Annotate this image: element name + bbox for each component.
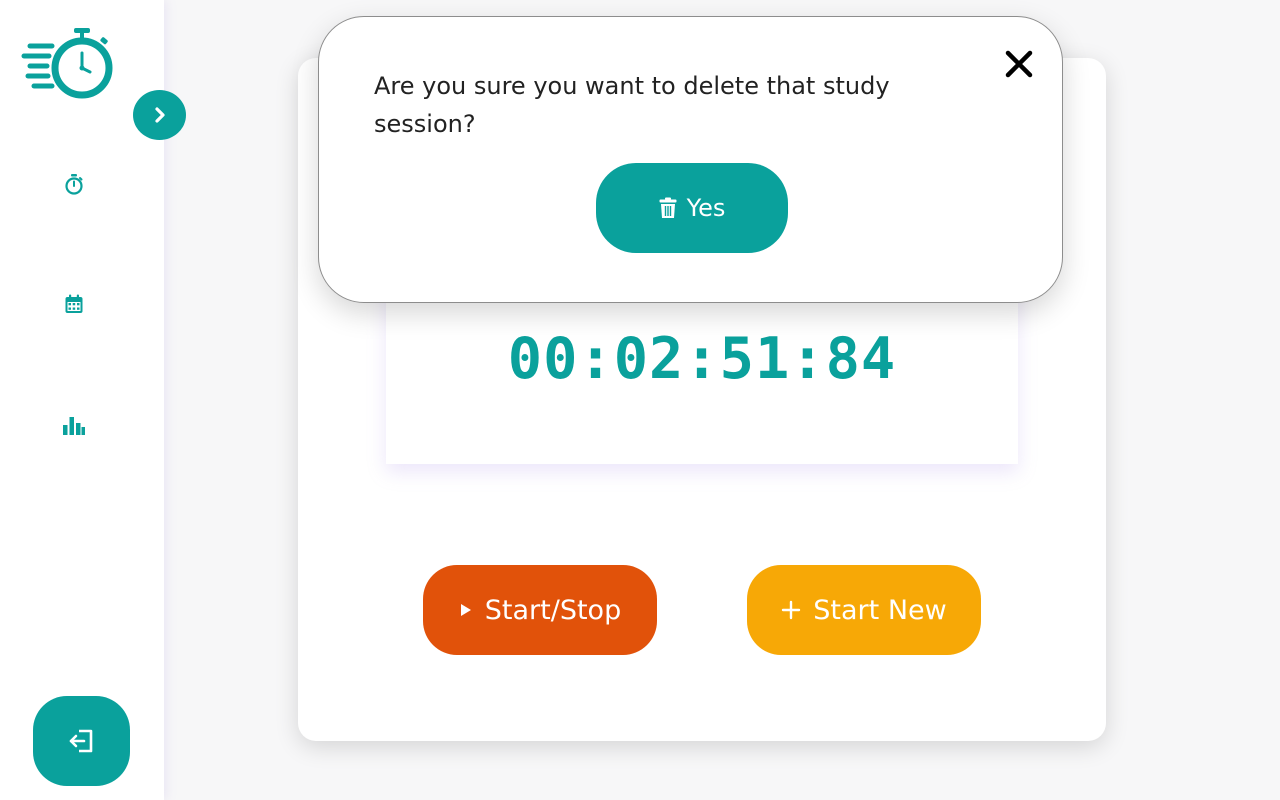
delete-confirmation-dialog: Are you sure you want to delete that stu…	[318, 16, 1063, 303]
start-new-label: Start New	[813, 594, 947, 626]
sidebar-item-statistics[interactable]	[58, 409, 90, 441]
play-icon	[460, 604, 471, 616]
start-new-button[interactable]: Start New	[747, 565, 981, 655]
confirm-delete-label: Yes	[686, 194, 726, 222]
chevron-right-icon	[154, 107, 165, 123]
start-stop-label: Start/Stop	[484, 594, 622, 626]
close-icon	[1005, 50, 1033, 78]
app-logo	[20, 26, 116, 102]
sidebar	[0, 0, 186, 800]
dialog-message: Are you sure you want to delete that stu…	[374, 72, 890, 138]
calendar-icon	[65, 294, 83, 313]
timer-display: 00:02:51:84	[507, 326, 897, 392]
plus-icon	[782, 600, 801, 620]
logout-icon	[69, 729, 92, 753]
sidebar-toggle-button[interactable]	[133, 90, 186, 140]
dialog-close-button[interactable]	[1002, 47, 1036, 81]
start-stop-button[interactable]: Start/Stop	[423, 565, 657, 655]
bar-chart-icon	[63, 417, 85, 435]
confirm-delete-button[interactable]: Yes	[596, 163, 788, 253]
sidebar-item-calendar[interactable]	[58, 288, 90, 320]
logout-button[interactable]	[33, 696, 130, 786]
stopwatch-icon	[65, 174, 83, 195]
trash-icon	[659, 197, 677, 218]
sidebar-item-timer[interactable]	[58, 168, 90, 200]
stopwatch-logo-icon	[21, 28, 113, 99]
